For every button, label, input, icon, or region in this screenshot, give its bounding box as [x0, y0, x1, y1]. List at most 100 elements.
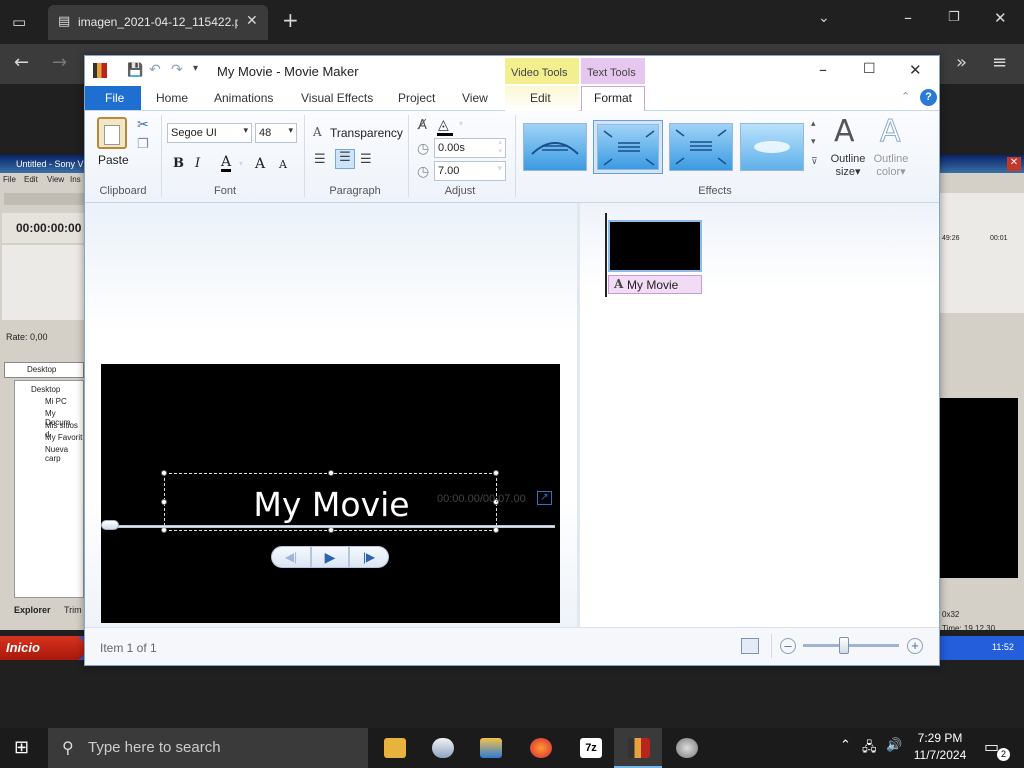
- effects-scroll-down-icon[interactable]: ▾: [811, 137, 816, 147]
- redo-icon[interactable]: ↷: [171, 62, 183, 78]
- clip-thumbnail[interactable]: [608, 220, 702, 272]
- close-icon[interactable]: ✕: [909, 61, 922, 79]
- tab-file[interactable]: File: [85, 86, 141, 110]
- media-player-icon[interactable]: [480, 738, 502, 758]
- previous-frame-icon[interactable]: ◀|: [271, 546, 311, 568]
- film-reel-icon[interactable]: [676, 738, 698, 758]
- cut-icon[interactable]: ✂: [137, 117, 149, 133]
- tab-view[interactable]: View: [462, 91, 488, 105]
- zoom-in-icon[interactable]: +: [907, 638, 923, 654]
- item-count: Item 1 of 1: [100, 641, 157, 655]
- align-right-icon[interactable]: ☰: [360, 152, 372, 167]
- background-color-dropdown-icon[interactable]: ▾: [459, 119, 463, 128]
- tab-project[interactable]: Project: [398, 91, 435, 105]
- close-tab-icon[interactable]: ✕: [246, 13, 258, 29]
- firefox-icon[interactable]: [530, 738, 552, 758]
- resize-handle[interactable]: [328, 470, 334, 476]
- play-icon[interactable]: ▶: [311, 546, 349, 568]
- back-icon[interactable]: ←: [14, 52, 29, 73]
- 7zip-icon[interactable]: 7z: [580, 738, 602, 758]
- save-icon[interactable]: 💾: [127, 63, 143, 78]
- font-size-dropdown[interactable]: 48 ▾: [255, 123, 297, 143]
- font-color-button[interactable]: A: [221, 155, 232, 172]
- playhead[interactable]: [605, 213, 607, 297]
- taskbar-date[interactable]: 11/7/2024: [912, 748, 968, 762]
- align-left-icon[interactable]: ☰: [314, 152, 326, 167]
- file-explorer-icon[interactable]: [384, 738, 406, 758]
- chevron-down-icon[interactable]: ⌄: [818, 10, 830, 26]
- browser-tab[interactable]: ▤ imagen_2021-04-12_115422.png ✕: [48, 5, 268, 40]
- effects-more-icon[interactable]: ⊽: [811, 157, 818, 167]
- resize-handle[interactable]: [161, 470, 167, 476]
- windows-start-icon[interactable]: ⊞: [14, 737, 29, 758]
- help-icon[interactable]: ?: [920, 89, 937, 106]
- font-color-dropdown-icon[interactable]: ▾: [239, 159, 243, 168]
- duration-icon: ◷: [417, 164, 430, 180]
- preview-pane: My Movie 00:00.00/00:07.00 ↗ ◀| ▶ |▶: [85, 203, 578, 627]
- volume-icon[interactable]: 🔊: [886, 738, 902, 753]
- tab-list-icon[interactable]: ▭: [12, 13, 26, 31]
- seek-bar[interactable]: [103, 525, 555, 528]
- outline-size-button[interactable]: Outline size▾: [828, 153, 868, 178]
- show-hidden-icons-icon[interactable]: ⌃: [840, 738, 851, 753]
- fullscreen-preview-icon[interactable]: ↗: [537, 491, 552, 505]
- undo-icon[interactable]: ↶: [149, 62, 161, 78]
- status-bar: Item 1 of 1 – +: [85, 627, 939, 665]
- paste-button[interactable]: Paste: [98, 153, 129, 167]
- paste-icon[interactable]: [97, 117, 127, 149]
- copy-icon[interactable]: ❐: [137, 137, 149, 152]
- spinner-icon[interactable]: ▴ ▾: [498, 138, 502, 156]
- font-family-dropdown[interactable]: Segoe UI ▾: [167, 123, 252, 143]
- zoom-slider[interactable]: [803, 644, 899, 647]
- start-time-field[interactable]: 0.00s ▴ ▾: [434, 138, 506, 158]
- resize-handle[interactable]: [493, 470, 499, 476]
- maximize-icon[interactable]: ☐: [863, 61, 876, 77]
- new-tab-button[interactable]: +: [282, 8, 299, 32]
- search-placeholder: Type here to search: [88, 739, 221, 756]
- minimize-icon[interactable]: –: [819, 60, 827, 79]
- zoom-out-icon[interactable]: –: [780, 638, 796, 654]
- more-tools-icon[interactable]: »: [956, 52, 967, 73]
- network-icon[interactable]: 🖧: [862, 738, 877, 760]
- seek-thumb[interactable]: [101, 520, 119, 530]
- taskbar-time[interactable]: 7:29 PM: [912, 731, 968, 745]
- forward-icon[interactable]: →: [52, 52, 67, 73]
- paint-icon[interactable]: [432, 738, 454, 758]
- restore-window-icon[interactable]: ❐: [948, 10, 960, 25]
- duration-dropdown[interactable]: 7.00 ▾: [434, 161, 506, 181]
- effect-thumbnail[interactable]: [669, 123, 733, 171]
- caption-clip[interactable]: A My Movie: [608, 275, 702, 294]
- collapse-ribbon-icon[interactable]: ⌃: [901, 90, 910, 103]
- outline-color-button[interactable]: Outline color▾: [871, 153, 911, 178]
- zoom-slider-thumb[interactable]: [839, 637, 849, 654]
- resize-handle[interactable]: [161, 499, 167, 505]
- quick-access-dropdown-icon[interactable]: ▾: [193, 63, 198, 74]
- transparency-button[interactable]: Transparency: [330, 126, 403, 140]
- grow-font-button[interactable]: A: [255, 156, 265, 172]
- effects-scroll-up-icon[interactable]: ▴: [811, 119, 816, 129]
- next-frame-icon[interactable]: |▶: [349, 546, 389, 568]
- tab-edit[interactable]: Edit: [530, 91, 551, 105]
- tab-home[interactable]: Home: [156, 91, 188, 105]
- thumbnail-size-icon[interactable]: [741, 638, 759, 654]
- align-center-icon[interactable]: ☰: [335, 149, 355, 169]
- taskbar-search-box[interactable]: ⚲ Type here to search: [48, 728, 368, 768]
- effect-thumbnail[interactable]: [740, 123, 804, 171]
- outline-size-line2: size: [835, 166, 856, 178]
- minimize-window-icon[interactable]: –: [904, 8, 912, 27]
- tab-visual-effects[interactable]: Visual Effects: [301, 91, 373, 105]
- italic-button[interactable]: I: [195, 156, 200, 171]
- bold-button[interactable]: B: [173, 156, 184, 171]
- tab-format[interactable]: Format: [594, 91, 632, 105]
- tab-animations[interactable]: Animations: [214, 91, 273, 105]
- movie-maker-taskbar-icon[interactable]: [628, 738, 650, 758]
- text-color-icon[interactable]: A̸: [418, 118, 427, 133]
- effect-thumbnail-selected[interactable]: [593, 120, 663, 174]
- effect-thumbnail[interactable]: [523, 123, 587, 171]
- close-window-icon[interactable]: ✕: [994, 9, 1007, 27]
- shrink-font-button[interactable]: A: [279, 158, 287, 171]
- menu-icon[interactable]: ≡: [992, 52, 1007, 73]
- browser-tab-title: imagen_2021-04-12_115422.png: [78, 15, 238, 29]
- adjust-group-label: Adjust: [444, 185, 476, 197]
- background-color-icon[interactable]: ◬: [438, 117, 449, 133]
